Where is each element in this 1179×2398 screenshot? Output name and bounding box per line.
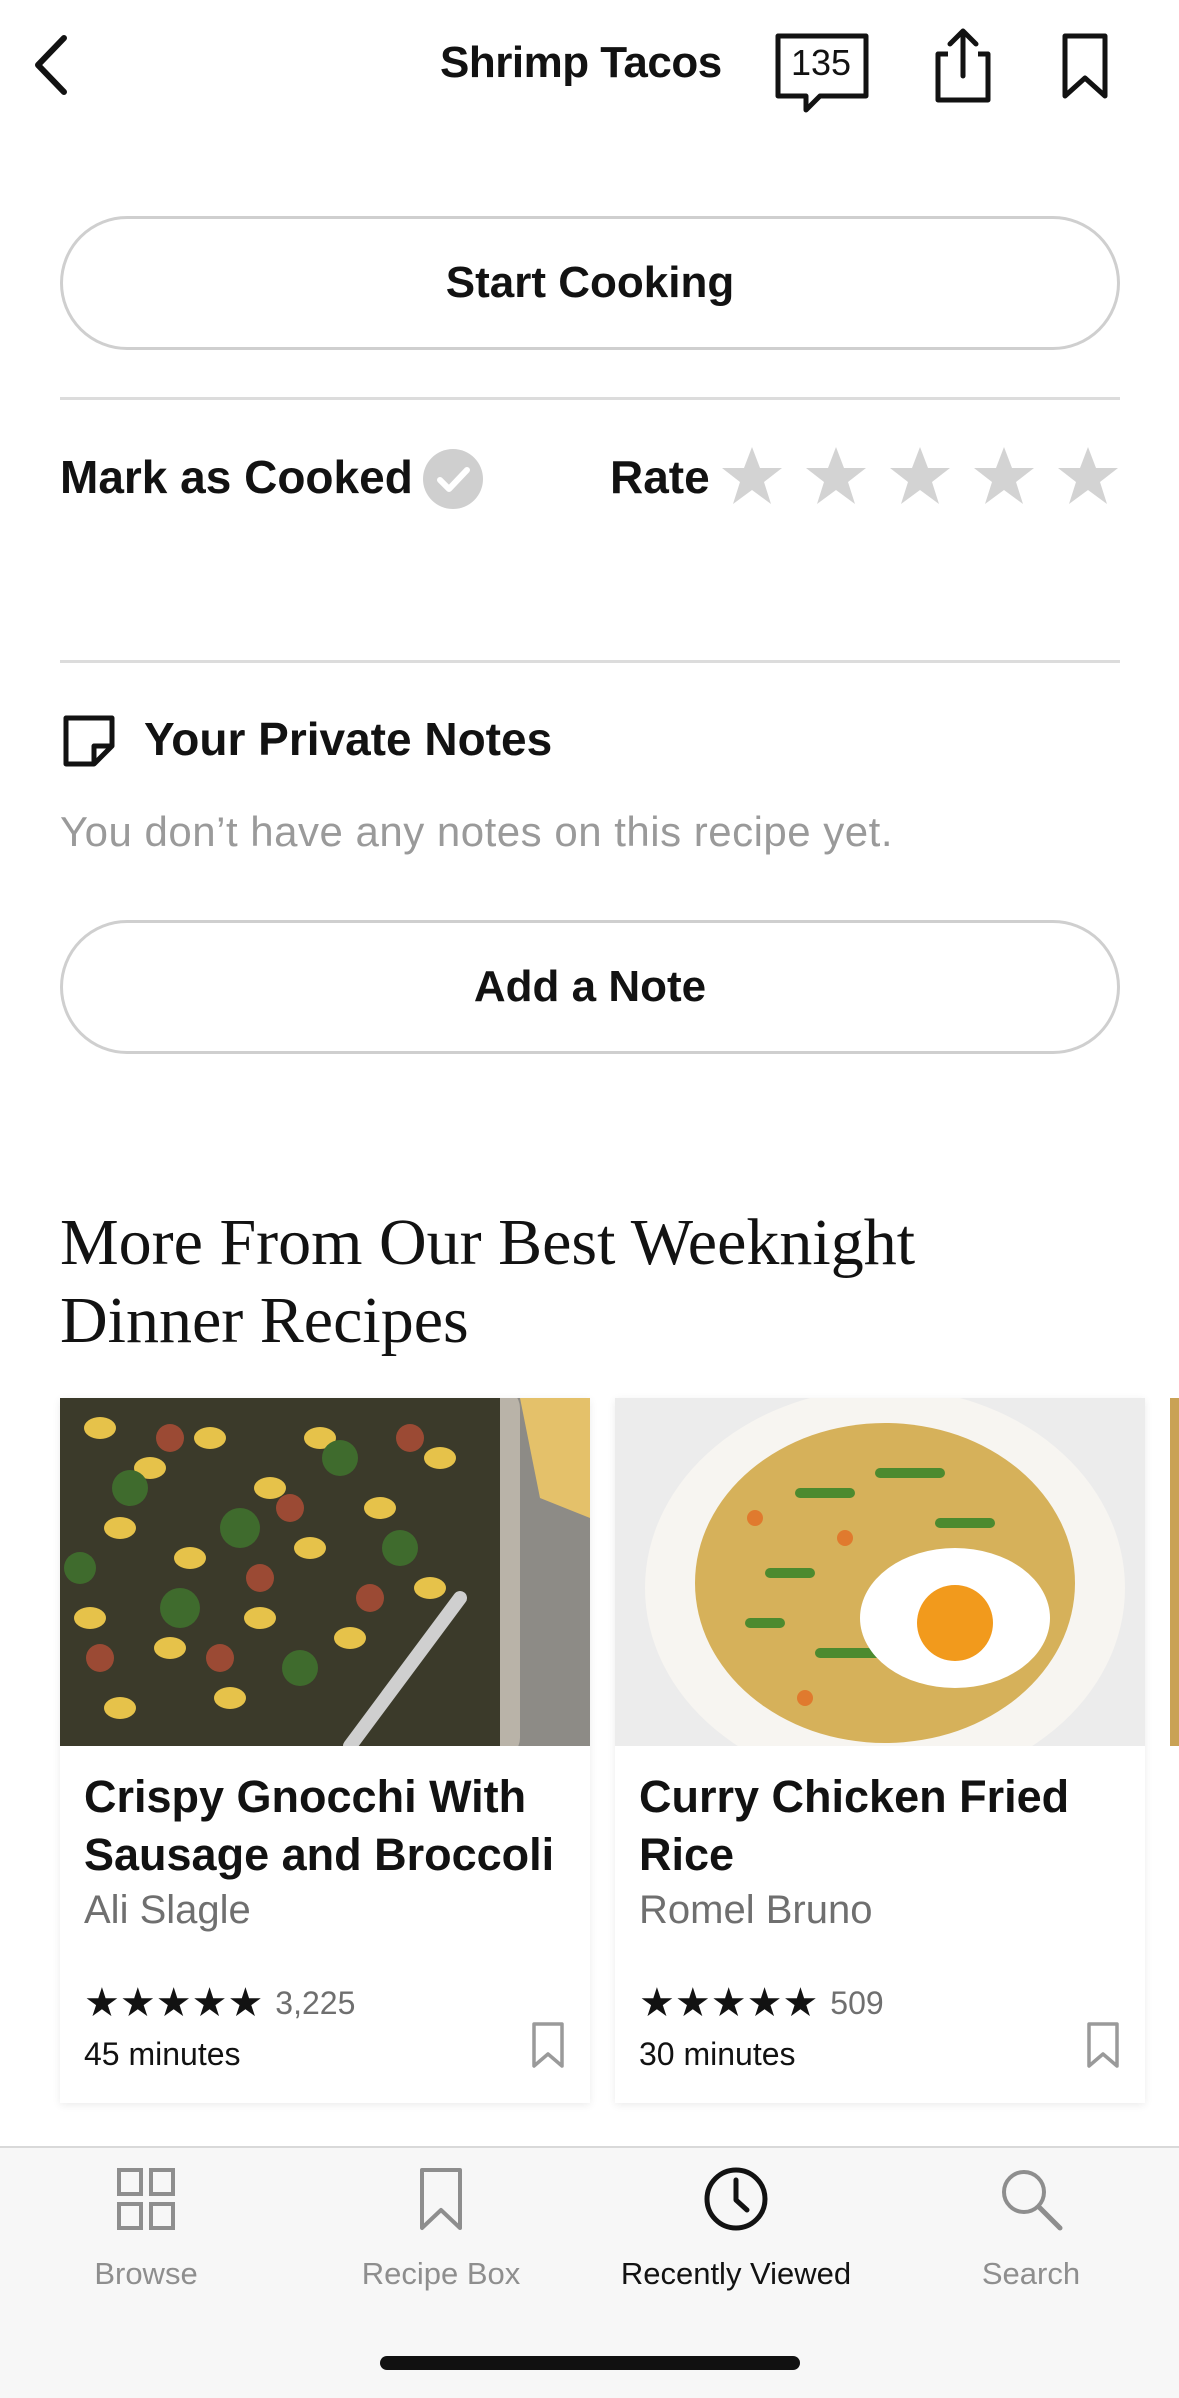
recipe-card-rating: ★★★★★ 3,225 [84, 1980, 355, 2026]
next-card-peek[interactable] [1170, 1398, 1179, 1746]
recipe-title: Shrimp Tacos [440, 38, 722, 87]
private-notes-heading: Your Private Notes [144, 713, 553, 765]
bookmark-icon[interactable] [1085, 2020, 1121, 2070]
tab-recipe-box[interactable]: Recipe Box [311, 2164, 571, 2314]
recipe-card[interactable]: Crispy Gnocchi With Sausage and Broccoli… [60, 1398, 590, 2103]
start-cooking-button[interactable]: Start Cooking [60, 216, 1120, 350]
note-icon [60, 712, 118, 770]
divider [60, 397, 1120, 400]
divider [60, 660, 1120, 663]
bookmark-icon [1062, 33, 1108, 99]
rating-stars[interactable] [720, 444, 1120, 514]
recipe-card-title: Curry Chicken Fried Rice [639, 1771, 1070, 1880]
recipe-card-time: 30 minutes [639, 2036, 796, 2072]
recipe-card-title: Crispy Gnocchi With Sausage and Broccoli [84, 1771, 555, 1880]
rating-stars-icon: ★★★★★ [84, 1981, 264, 2025]
rating-count: 509 [830, 1984, 884, 2021]
back-button[interactable] [20, 30, 80, 100]
star-icon[interactable] [720, 444, 784, 508]
grid-icon [117, 2168, 175, 2230]
search-icon [1002, 2170, 1063, 2231]
comments-button[interactable]: 135 [772, 30, 872, 116]
star-icon[interactable] [972, 444, 1036, 508]
clock-icon [704, 2167, 768, 2231]
home-indicator [380, 2356, 800, 2370]
checkmark-circle-icon [423, 449, 483, 509]
recipe-image-gnocchi [60, 1398, 590, 1746]
recipe-image-fried-rice [615, 1398, 1145, 1746]
tab-label: Recently Viewed [620, 2256, 852, 2291]
recipe-card-author: Romel Bruno [639, 1888, 873, 1932]
rating-count: 3,225 [275, 1984, 356, 2021]
recipe-card-time: 45 minutes [84, 2036, 241, 2072]
tab-label: Search [981, 2256, 1081, 2291]
save-recipe-button[interactable] [1055, 30, 1115, 102]
comment-count: 135 [790, 42, 852, 83]
star-icon[interactable] [1056, 444, 1120, 508]
share-button[interactable] [928, 26, 998, 106]
bookmark-icon[interactable] [530, 2020, 566, 2070]
share-icon [935, 28, 991, 103]
notes-empty-message: You don’t have any notes on this recipe … [60, 808, 894, 855]
tab-label: Recipe Box [361, 2256, 521, 2291]
tab-label: Browse [94, 2256, 198, 2291]
tab-browse[interactable]: Browse [16, 2164, 276, 2314]
recipe-card[interactable]: Curry Chicken Fried Rice Romel Bruno ★★★… [615, 1398, 1145, 2103]
mark-cooked-check-button[interactable] [422, 448, 484, 510]
star-icon[interactable] [888, 444, 952, 508]
tab-recently-viewed[interactable]: Recently Viewed [606, 2164, 866, 2314]
rating-stars-icon: ★★★★★ [639, 1981, 819, 2025]
add-note-button[interactable]: Add a Note [60, 920, 1120, 1054]
recipe-card-rating: ★★★★★ 509 [639, 1980, 884, 2026]
rate-label: Rate [610, 451, 710, 503]
chevron-left-icon [35, 35, 67, 95]
bookmark-icon [420, 2168, 462, 2230]
recipe-card-author: Ali Slagle [84, 1888, 251, 1932]
star-icon[interactable] [804, 444, 868, 508]
mark-as-cooked-label[interactable]: Mark as Cooked [60, 450, 413, 504]
tab-search[interactable]: Search [901, 2164, 1161, 2314]
more-recipes-heading: More From Our Best Weeknight Dinner Reci… [60, 1206, 916, 1357]
